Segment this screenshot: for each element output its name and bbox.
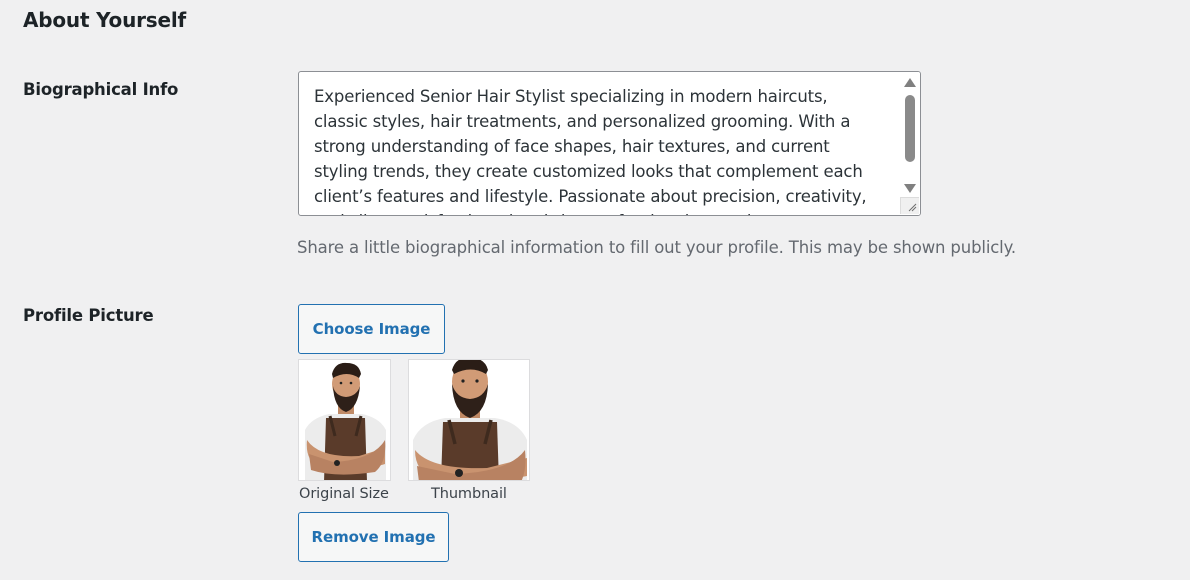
section-title: About Yourself [23, 8, 187, 32]
profile-picture-label: Profile Picture [23, 306, 154, 325]
original-size-caption: Original Size [299, 486, 389, 502]
bio-text[interactable]: Experienced Senior Hair Stylist speciali… [314, 84, 884, 215]
choose-image-button[interactable]: Choose Image [298, 304, 445, 354]
bio-description: Share a little biographical information … [297, 238, 1016, 257]
bio-textarea[interactable]: Experienced Senior Hair Stylist speciali… [298, 71, 921, 216]
remove-image-button[interactable]: Remove Image [298, 512, 449, 562]
thumbnail-preview-image [408, 359, 530, 481]
bio-label: Biographical Info [23, 80, 179, 99]
profile-settings-page: About Yourself Biographical Info Experie… [0, 0, 1190, 580]
thumbnail-caption: Thumbnail [431, 486, 507, 502]
resize-grip-icon[interactable] [900, 197, 919, 214]
bio-scrollbar[interactable] [900, 72, 920, 215]
original-size-preview-image [298, 359, 391, 481]
scroll-thumb[interactable] [905, 95, 915, 162]
scroll-up-arrow-icon[interactable] [904, 78, 916, 87]
scroll-down-arrow-icon[interactable] [904, 184, 916, 193]
